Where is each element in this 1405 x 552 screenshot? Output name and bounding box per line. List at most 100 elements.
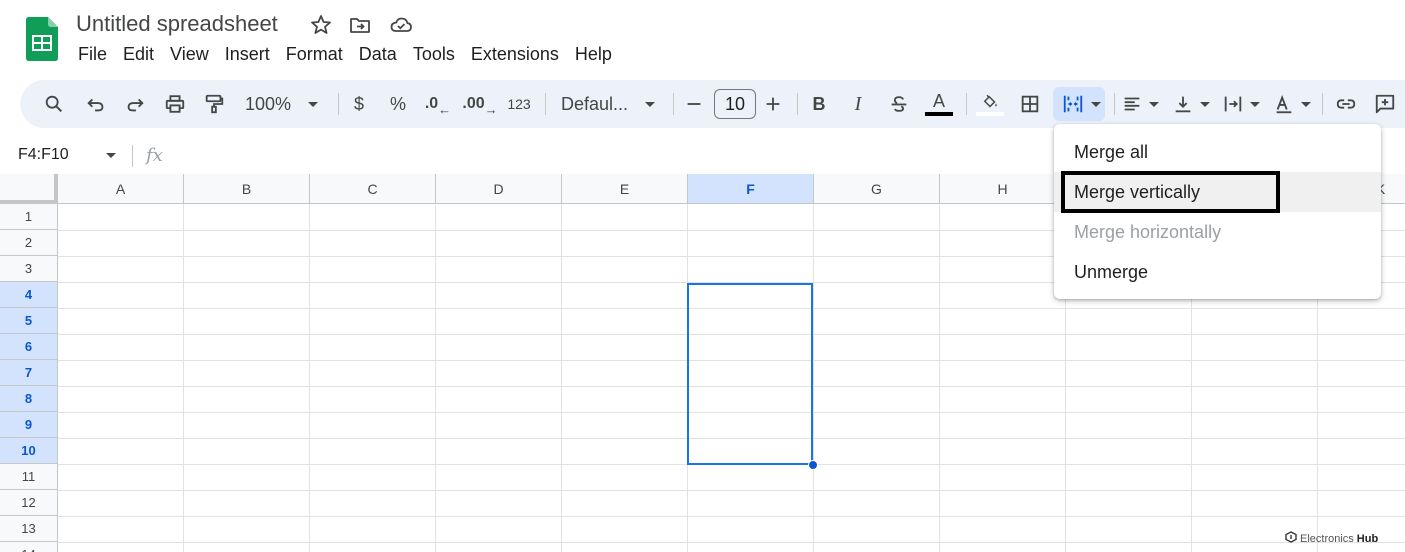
horizontal-align-chevron-down-icon[interactable] (1148, 92, 1160, 116)
paint-format-icon[interactable] (202, 92, 226, 116)
row-header-2[interactable]: 2 (0, 230, 58, 256)
insert-link-icon[interactable] (1334, 92, 1358, 116)
selected-range-f4-f10[interactable] (687, 283, 813, 465)
font-size-input[interactable]: 10 (714, 89, 756, 119)
row-header-10[interactable]: 10 (0, 438, 58, 464)
borders-icon[interactable] (1018, 92, 1042, 116)
column-header-d[interactable]: D (436, 174, 562, 204)
row-header-12[interactable]: 12 (0, 490, 58, 516)
row-header-7[interactable]: 7 (0, 360, 58, 386)
watermark-brand: Electronics (1300, 532, 1354, 545)
toolbar-divider (673, 93, 674, 115)
toolbar-divider (545, 93, 546, 115)
row-header-4[interactable]: 4 (0, 282, 58, 308)
text-color-letter: A (932, 91, 945, 111)
italic-button[interactable]: I (848, 92, 868, 116)
watermark: Electronics Hub (1285, 531, 1378, 546)
vertical-align-icon[interactable] (1171, 92, 1195, 116)
print-icon[interactable] (163, 92, 187, 116)
star-icon[interactable] (309, 13, 333, 37)
column-header-c[interactable]: C (310, 174, 436, 204)
column-header-a[interactable]: A (58, 174, 184, 204)
percent-format-button[interactable]: % (388, 92, 408, 116)
column-header-e[interactable]: E (562, 174, 688, 204)
fx-icon: fx (146, 145, 163, 166)
document-title[interactable]: Untitled spreadsheet (76, 11, 278, 37)
search-menus-icon[interactable] (42, 92, 66, 116)
font-chevron-down-icon[interactable] (644, 92, 656, 116)
move-folder-icon[interactable] (348, 13, 372, 37)
menu-file[interactable]: File (70, 42, 115, 68)
column-header-h[interactable]: H (940, 174, 1066, 204)
fill-handle[interactable] (808, 460, 818, 470)
vertical-align-chevron-down-icon[interactable] (1199, 92, 1211, 116)
sheets-logo[interactable] (26, 17, 58, 61)
menu-format[interactable]: Format (278, 42, 351, 68)
increase-font-size-icon[interactable] (762, 92, 784, 116)
gridline (58, 542, 1405, 543)
row-header-13[interactable]: 13 (0, 516, 58, 542)
menu-view[interactable]: View (162, 42, 217, 68)
menu-item-unmerge[interactable]: Unmerge (1054, 252, 1381, 292)
fill-color-icon[interactable] (975, 92, 1005, 116)
text-wrapping-chevron-down-icon[interactable] (1249, 92, 1261, 116)
name-box[interactable]: F4:F10 (18, 146, 69, 164)
menu-extensions[interactable]: Extensions (463, 42, 567, 68)
name-box-chevron-down-icon[interactable] (106, 153, 116, 158)
row-header-1[interactable]: 1 (0, 204, 58, 230)
row-header-14[interactable]: 14 (0, 542, 58, 552)
column-header-f[interactable]: F (688, 174, 814, 204)
menu-insert[interactable]: Insert (217, 42, 278, 68)
zoom-select[interactable]: 100% (244, 92, 292, 116)
menu-help[interactable]: Help (567, 42, 620, 68)
increase-decimal-label: .00 (462, 95, 485, 112)
menu-item-merge-all[interactable]: Merge all (1054, 132, 1381, 172)
text-rotation-chevron-down-icon[interactable] (1300, 92, 1312, 116)
row-header-6[interactable]: 6 (0, 334, 58, 360)
font-family-select[interactable]: Defaul... (561, 92, 633, 116)
decrease-decimal-button[interactable]: .0 ← (424, 92, 452, 117)
text-wrapping-icon[interactable] (1221, 92, 1245, 116)
arrow-right-icon: → (484, 101, 498, 117)
increase-decimal-button[interactable]: .00 → (462, 92, 498, 117)
menu-tools[interactable]: Tools (405, 42, 463, 68)
row-header-5[interactable]: 5 (0, 308, 58, 334)
horizontal-align-icon[interactable] (1120, 92, 1144, 116)
select-all-corner[interactable] (0, 174, 58, 204)
toolbar-divider (797, 93, 798, 115)
annotation-highlight-box (1061, 171, 1280, 213)
row-header-8[interactable]: 8 (0, 386, 58, 412)
column-header-g[interactable]: G (814, 174, 940, 204)
fill-color-swatch (976, 111, 1004, 116)
decrease-font-size-icon[interactable] (683, 92, 705, 116)
bold-button[interactable]: B (809, 92, 829, 116)
currency-format-button[interactable]: $ (350, 92, 368, 116)
row-header-11[interactable]: 11 (0, 464, 58, 490)
merge-cells-icon (1061, 92, 1085, 116)
toolbar-divider (966, 93, 967, 115)
strikethrough-icon[interactable] (887, 92, 911, 116)
decrease-decimal-label: .0 (424, 95, 439, 112)
more-formats-button[interactable]: 123 (504, 92, 534, 116)
menu-data[interactable]: Data (351, 42, 405, 68)
merge-cells-menu: Merge all Merge vertically Merge horizon… (1054, 124, 1381, 299)
merge-chevron-down-icon[interactable] (1090, 92, 1102, 116)
arrow-left-icon: ← (438, 101, 452, 117)
text-color-swatch (925, 112, 953, 116)
formula-bar-divider (132, 145, 133, 167)
toolbar: 100% $ % .0 ← .00 → 123 Defaul... 10 B I… (20, 80, 1405, 128)
gridline (58, 516, 1405, 517)
menu-edit[interactable]: Edit (115, 42, 162, 68)
merge-cells-button[interactable] (1053, 87, 1105, 121)
cloud-status-icon[interactable] (389, 13, 413, 37)
column-header-b[interactable]: B (184, 174, 310, 204)
row-header-9[interactable]: 9 (0, 412, 58, 438)
row-header-3[interactable]: 3 (0, 256, 58, 282)
undo-icon[interactable] (84, 92, 108, 116)
menu-item-merge-horizontally: Merge horizontally (1074, 221, 1222, 242)
insert-comment-icon[interactable] (1373, 92, 1397, 116)
redo-icon[interactable] (123, 92, 147, 116)
text-rotation-icon[interactable] (1272, 92, 1296, 116)
text-color-button[interactable]: A (924, 92, 954, 116)
zoom-chevron-down-icon[interactable] (307, 92, 319, 116)
